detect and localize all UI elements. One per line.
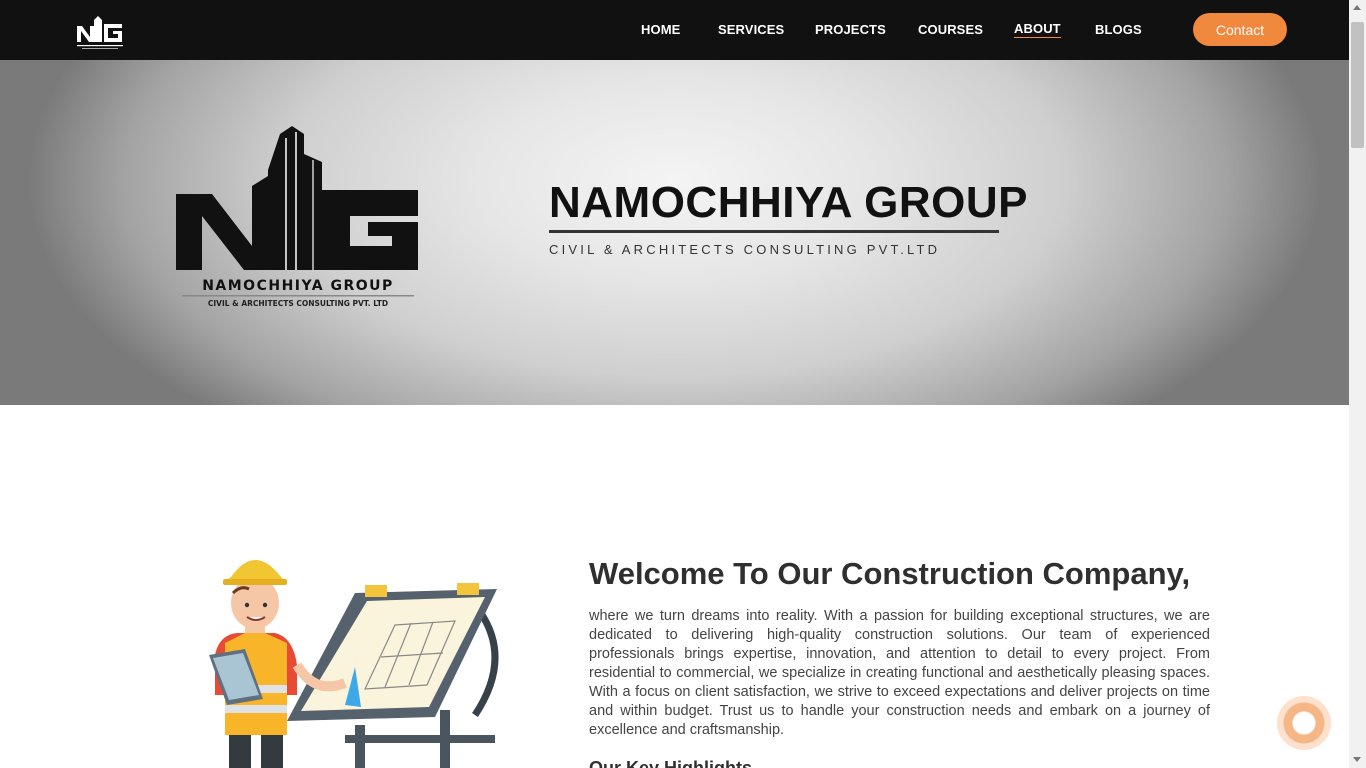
nav-item-courses[interactable]: COURSES (918, 22, 983, 37)
viewport: HOME SERVICES PROJECTS COURSES ABOUT BLO… (0, 0, 1349, 768)
hero-logo-name: NAMOCHHIYA GROUP (202, 278, 394, 294)
hero-title: NAMOCHHIYA GROUP (549, 178, 1029, 227)
welcome-paragraph: where we turn dreams into reality. With … (589, 608, 1210, 738)
hero-subtitle: CIVIL & ARCHITECTS CONSULTING PVT.LTD (549, 242, 941, 257)
key-highlights-heading: Our Key Highlights (589, 758, 753, 768)
site-header: HOME SERVICES PROJECTS COURSES ABOUT BLO… (0, 0, 1349, 60)
chat-bubble-icon[interactable] (1277, 696, 1331, 750)
scroll-up-icon[interactable] (1353, 5, 1361, 10)
welcome-heading: Welcome To Our Construction Company, (589, 556, 1191, 591)
main-nav: HOME SERVICES PROJECTS COURSES ABOUT BLO… (0, 0, 1349, 60)
engineer-blueprint-illustration (209, 560, 499, 768)
scroll-thumb[interactable] (1351, 22, 1364, 148)
nav-item-about[interactable]: ABOUT (1014, 21, 1061, 38)
nav-item-projects[interactable]: PROJECTS (815, 22, 886, 37)
scroll-down-icon[interactable] (1353, 757, 1361, 762)
page-scrollbar[interactable] (1349, 0, 1366, 768)
hero-logo-tagline: CIVIL & ARCHITECTS CONSULTING PVT. LTD (208, 299, 388, 308)
contact-button[interactable]: Contact (1193, 13, 1287, 46)
nav-item-services[interactable]: SERVICES (718, 22, 784, 37)
hero-divider (549, 230, 999, 233)
nav-item-blogs[interactable]: BLOGS (1095, 22, 1142, 37)
page: HOME SERVICES PROJECTS COURSES ABOUT BLO… (0, 0, 1366, 768)
hero-logo: NAMOCHHIYA GROUP CIVIL & ARCHITECTS CONS… (176, 126, 418, 308)
nav-item-home[interactable]: HOME (641, 22, 680, 37)
hero-banner: NAMOCHHIYA GROUP CIVIL & ARCHITECTS CONS… (0, 60, 1349, 405)
